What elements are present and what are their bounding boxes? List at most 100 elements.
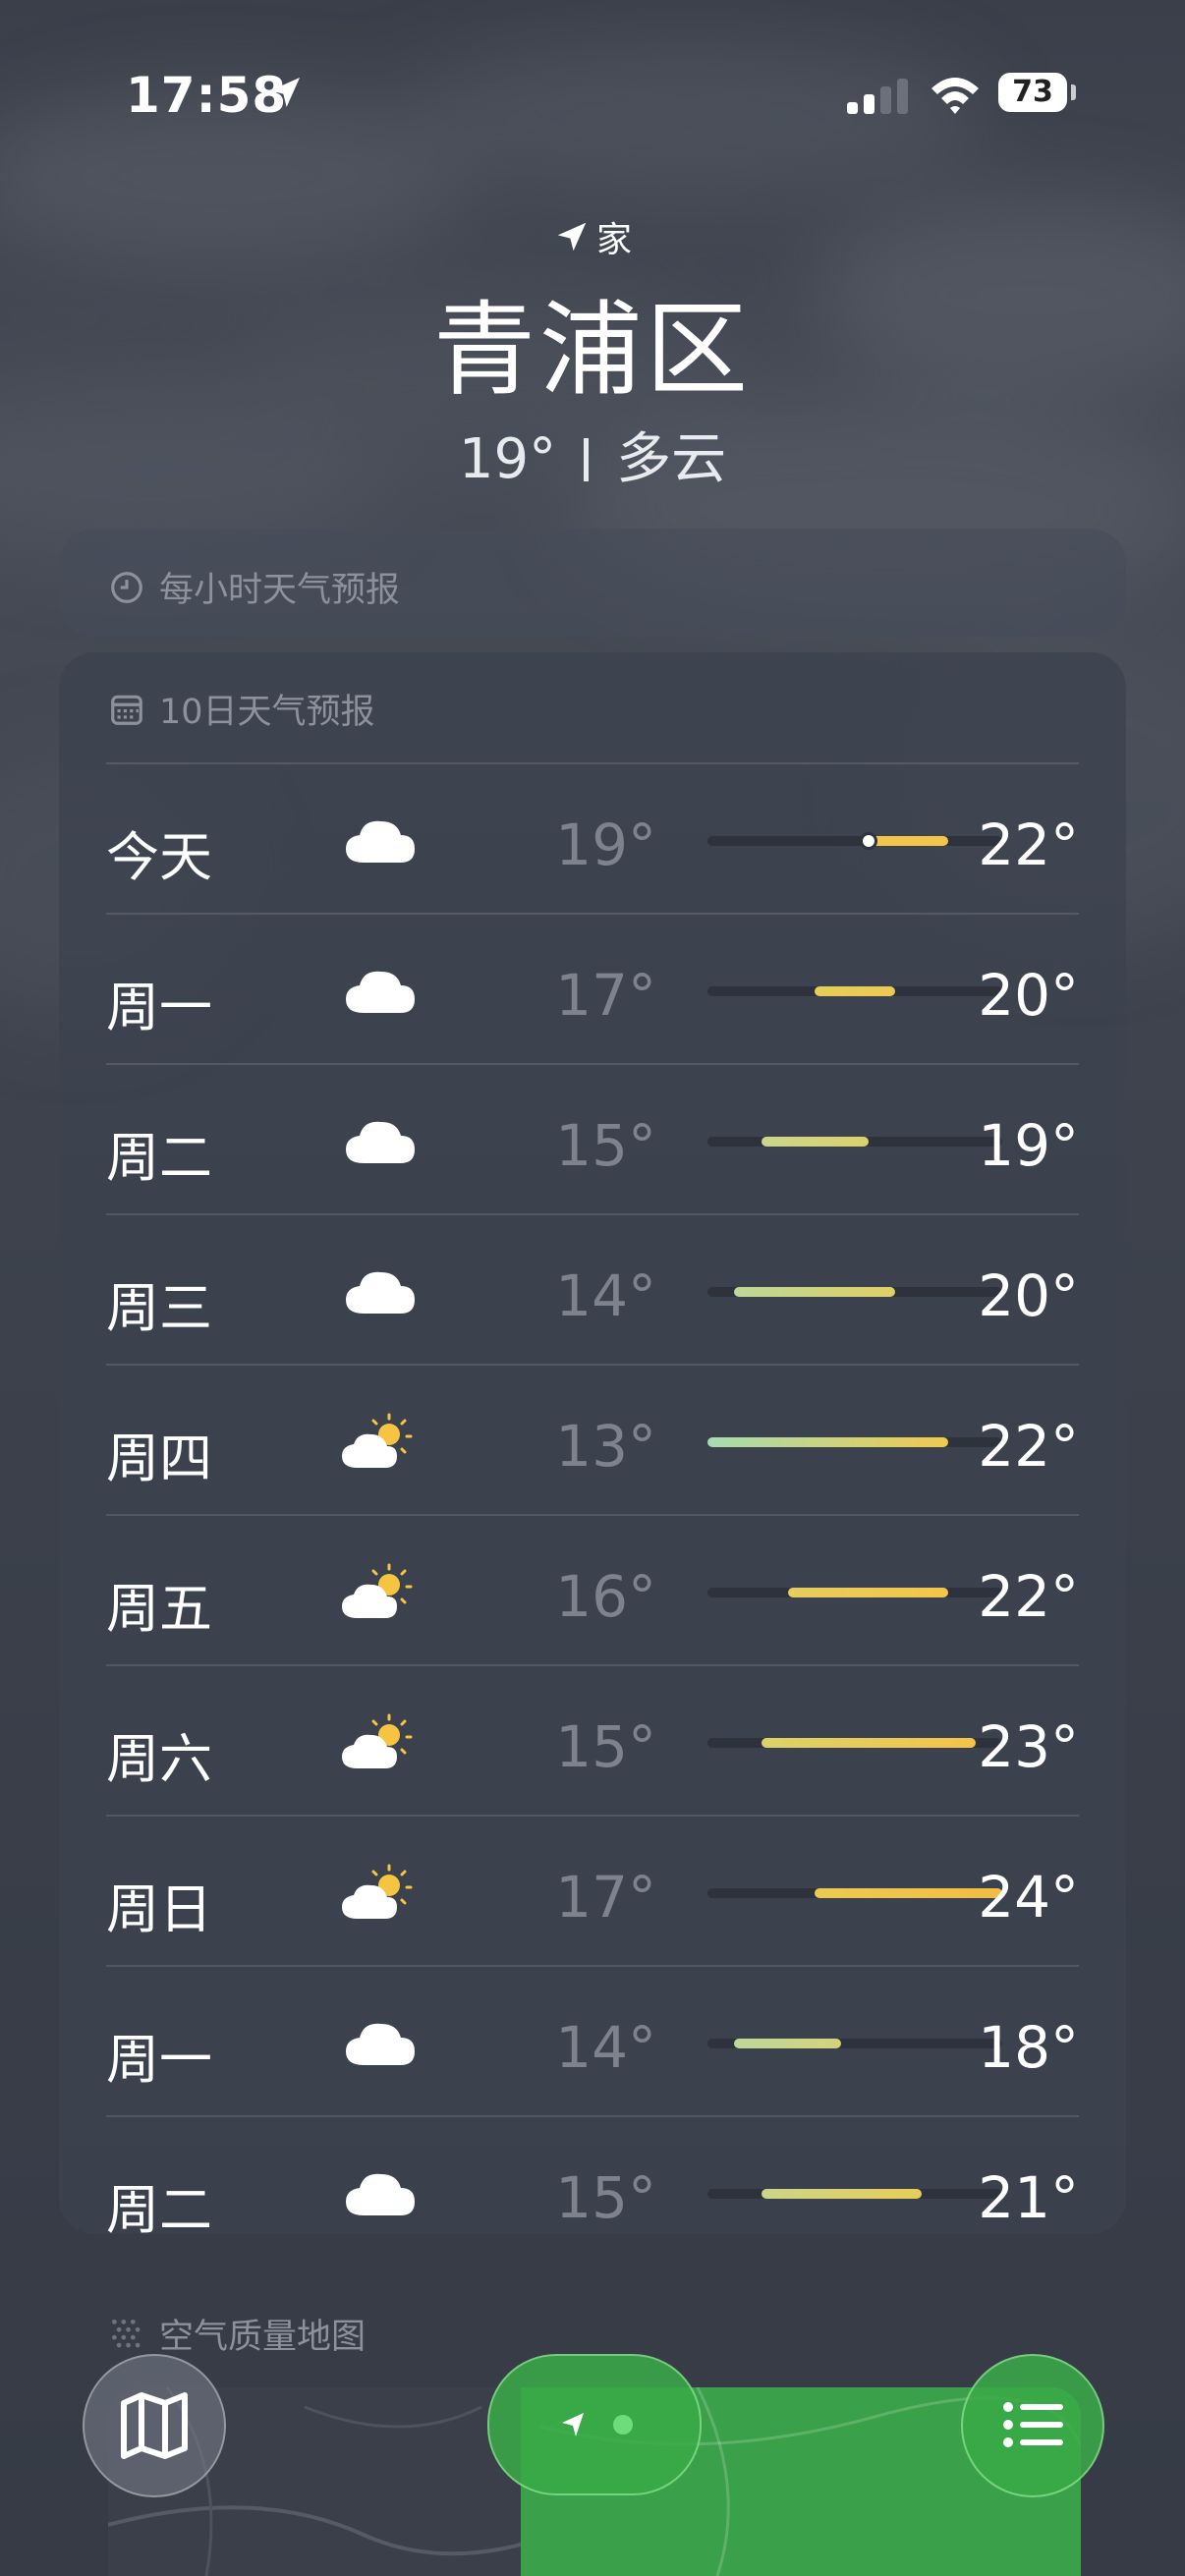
- high-temperature: 20°: [978, 1262, 1079, 1329]
- location-header: 家 青浦区 19° 多云: [0, 211, 1185, 494]
- home-label: 家: [595, 220, 632, 260]
- temperature-range-bar: [734, 1287, 895, 1297]
- cellular-signal-icon: [847, 79, 908, 114]
- forecast-row: 周一 14° 18°: [106, 1965, 1079, 2115]
- cloud-icon: [336, 1106, 424, 1175]
- map-button[interactable]: [83, 2354, 226, 2497]
- temperature-range-track: [707, 1588, 1002, 1597]
- map-icon: [121, 2392, 188, 2459]
- high-temperature: 23°: [978, 1713, 1079, 1780]
- low-temperature: 17°: [555, 962, 656, 1029]
- forecast-row: 周日 17° 24°: [106, 1815, 1079, 1965]
- current-temperature: 19°: [458, 427, 557, 491]
- high-temperature: 19°: [978, 1112, 1079, 1179]
- low-temperature: 15°: [555, 2164, 656, 2231]
- temperature-range-bar: [787, 1588, 949, 1597]
- day-label: 周四: [106, 1428, 212, 1489]
- city-name: 青浦区: [432, 290, 752, 410]
- air-quality-title: 空气质量地图: [108, 2309, 366, 2359]
- home-label-row: 家: [0, 211, 1185, 262]
- high-temperature: 22°: [978, 1413, 1079, 1480]
- calendar-icon: [111, 695, 142, 725]
- location-arrow-icon: [270, 78, 300, 107]
- temperature-range-bar: [761, 1738, 976, 1748]
- forecast-row: 周三 14° 20°: [106, 1213, 1079, 1364]
- battery-tip: [1071, 84, 1076, 100]
- day-label: 周五: [106, 1578, 212, 1640]
- low-temperature: 16°: [555, 1563, 656, 1630]
- partly-cloudy-icon: [336, 1858, 424, 1927]
- current-condition: 多云: [616, 427, 727, 491]
- day-label: 周日: [106, 1878, 212, 1940]
- low-temperature: 14°: [555, 2014, 656, 2081]
- high-temperature: 24°: [978, 1864, 1079, 1931]
- temperature-range-track: [707, 1888, 1002, 1898]
- temperature-range-track: [707, 1137, 1002, 1147]
- current-temperature-dot: [859, 832, 877, 850]
- hourly-forecast-card[interactable]: 每小时天气预报: [59, 529, 1126, 637]
- temperature-range-bar: [868, 836, 949, 846]
- temperature-range-track: [707, 1437, 1002, 1447]
- high-temperature: 20°: [978, 962, 1079, 1029]
- forecast-row: 周六 15° 23°: [106, 1664, 1079, 1815]
- separator: [584, 438, 590, 481]
- low-temperature: 15°: [555, 1112, 656, 1179]
- day-label: 周二: [106, 2179, 212, 2241]
- low-temperature: 13°: [555, 1413, 656, 1480]
- temperature-range-bar: [707, 1437, 949, 1447]
- battery-indicator: 73: [998, 73, 1067, 112]
- current-location-page-icon: [562, 2413, 584, 2436]
- partly-cloudy-icon: [336, 1407, 424, 1476]
- forecast-row: 周四 13° 22°: [106, 1364, 1079, 1514]
- day-label: 周二: [106, 1127, 212, 1189]
- status-bar: 17:58 73: [0, 63, 1185, 132]
- temperature-range-track: [707, 1738, 1002, 1748]
- low-temperature: 14°: [555, 1262, 656, 1329]
- cloud-icon: [336, 2008, 424, 2077]
- day-label: 周六: [106, 1728, 212, 1790]
- clock: 17:58: [126, 67, 288, 124]
- temperature-range-bar: [815, 986, 895, 996]
- current-conditions: 19° 多云: [0, 415, 1185, 494]
- low-temperature: 17°: [555, 1864, 656, 1931]
- hourly-forecast-label: 每小时天气预报: [159, 571, 401, 610]
- forecast-row: 周五 16° 22°: [106, 1514, 1079, 1664]
- forecast-row: 周二 15° 19°: [106, 1063, 1079, 1213]
- location-pager[interactable]: [487, 2354, 702, 2495]
- temperature-range-bar: [734, 2039, 842, 2048]
- day-label: 今天: [106, 826, 212, 888]
- temperature-range-track: [707, 1287, 1002, 1297]
- ten-day-forecast-card[interactable]: 10日天气预报 今天 19° 22° 周一 17° 20° 周二 15° 19°…: [59, 652, 1126, 2241]
- day-label: 周三: [106, 1277, 212, 1339]
- temperature-range-track: [707, 2189, 1002, 2199]
- air-quality-dots-icon: [111, 2319, 141, 2347]
- low-temperature: 19°: [555, 812, 656, 878]
- high-temperature: 22°: [978, 1563, 1079, 1630]
- partly-cloudy-icon: [336, 1708, 424, 1776]
- hourly-forecast-title: 每小时天气预报: [108, 562, 400, 612]
- high-temperature: 18°: [978, 2014, 1079, 2081]
- location-arrow-icon: [557, 222, 587, 252]
- cloud-icon: [336, 956, 424, 1025]
- forecast-rows: 今天 19° 22° 周一 17° 20° 周二 15° 19° 周三 14° …: [106, 762, 1079, 2266]
- ten-day-forecast-title: 10日天气预报: [108, 684, 375, 734]
- forecast-row: 周一 17° 20°: [106, 913, 1079, 1063]
- day-label: 周一: [106, 977, 212, 1038]
- ten-day-forecast-label: 10日天气预报: [159, 693, 375, 732]
- clock-icon: [111, 571, 142, 603]
- high-temperature: 22°: [978, 812, 1079, 878]
- temperature-range-bar: [761, 1137, 869, 1147]
- temperature-range-bar: [761, 2189, 923, 2199]
- wifi-icon: [931, 78, 979, 114]
- temperature-range-track: [707, 2039, 1002, 2048]
- low-temperature: 15°: [555, 1713, 656, 1780]
- forecast-row: 周二 15° 21°: [106, 2115, 1079, 2266]
- partly-cloudy-icon: [336, 1557, 424, 1626]
- cloud-icon: [336, 2158, 424, 2227]
- air-quality-label: 空气质量地图: [159, 2318, 367, 2357]
- temperature-range-track: [707, 986, 1002, 996]
- page-dot: [613, 2415, 633, 2435]
- temperature-range-track: [707, 832, 1002, 850]
- page-indicator: [562, 2413, 633, 2436]
- location-list-button[interactable]: [961, 2354, 1104, 2497]
